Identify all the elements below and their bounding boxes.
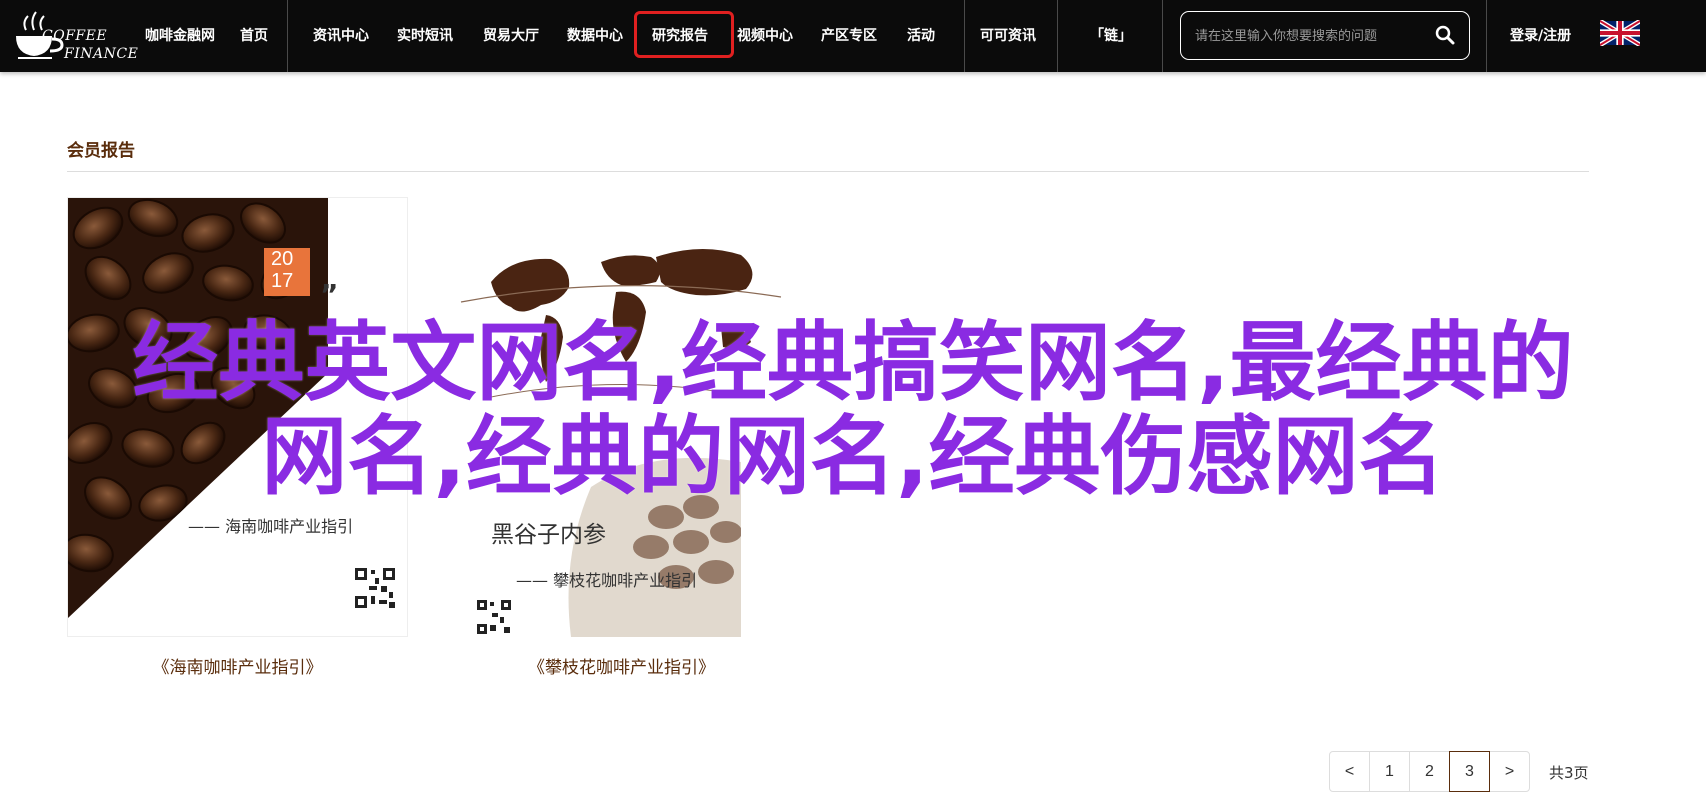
nav-item-events[interactable]: 活动: [907, 0, 935, 72]
cover-quote-mark: ”: [320, 278, 339, 311]
section-title: 会员报告: [67, 141, 135, 161]
logo-text-coffee: COFFEE: [42, 28, 108, 44]
nav-item-data-center[interactable]: 数据中心: [567, 0, 623, 72]
page-button-3-current[interactable]: 3: [1449, 751, 1490, 792]
nav-item-origin-zone[interactable]: 产区专区: [821, 0, 877, 72]
cover-subtitle: —— 攀枝花咖啡产业指引: [516, 571, 698, 590]
nav-item-trade-hall[interactable]: 贸易大厅: [483, 0, 539, 72]
nav-divider: [287, 0, 288, 72]
nav-item-news-center[interactable]: 资讯中心: [313, 0, 369, 72]
pagination: < 1 2 3 >: [1329, 751, 1530, 792]
report-cover-panzhihua[interactable]: 黑谷子内参 —— 攀枝花咖啡产业指引: [451, 197, 792, 637]
nav-item-video-center[interactable]: 视频中心: [737, 0, 793, 72]
qr-code: [476, 599, 512, 635]
search-input[interactable]: [1193, 22, 1427, 50]
cover-year-top: 20: [271, 248, 294, 270]
nav-item-home[interactable]: 首页: [240, 0, 268, 72]
login-register-link[interactable]: 登录/注册: [1510, 0, 1571, 72]
next-page-button[interactable]: >: [1489, 751, 1530, 792]
section-divider: [67, 171, 1589, 172]
report-caption[interactable]: 《攀枝花咖啡产业指引》: [451, 653, 792, 678]
prev-page-button[interactable]: <: [1329, 751, 1370, 792]
nav-item-cocoa-news[interactable]: 可可资讯: [980, 0, 1036, 72]
nav-item-coffee-finance-net[interactable]: 咖啡金融网: [145, 0, 215, 72]
page-button-2[interactable]: 2: [1409, 751, 1450, 792]
top-navigation-bar: COFFEE FINANCE 咖啡金融网 首页 资讯中心 实时短讯 贸易大厅 数…: [0, 0, 1706, 72]
coffee-finance-logo[interactable]: COFFEE FINANCE: [12, 6, 138, 62]
logo-text-finance: FINANCE: [64, 46, 139, 62]
uk-flag-icon[interactable]: [1600, 20, 1640, 46]
search-box: [1180, 11, 1470, 60]
search-icon[interactable]: [1435, 25, 1455, 45]
report-cover-hainan[interactable]: 20 17 ” —— 海南咖啡产业指引: [67, 197, 408, 637]
nav-divider: [964, 0, 965, 72]
cover-subtitle: —— 海南咖啡产业指引: [188, 517, 354, 536]
nav-divider: [1162, 0, 1163, 72]
coffee-beans-image: [68, 198, 407, 636]
nav-item-flash-news[interactable]: 实时短讯: [397, 0, 453, 72]
page-button-1[interactable]: 1: [1369, 751, 1410, 792]
report-caption[interactable]: 《海南咖啡产业指引》: [67, 653, 408, 678]
qr-code: [353, 566, 397, 610]
cover-title: 黑谷子内参: [491, 522, 606, 548]
nav-highlight-box: [634, 11, 734, 58]
nav-divider: [1486, 0, 1487, 72]
page-total-label: 共3页: [1549, 764, 1589, 782]
cover-year-bottom: 17: [271, 270, 294, 292]
nav-item-chain[interactable]: 「链」: [1090, 0, 1132, 72]
nav-divider: [1057, 0, 1058, 72]
